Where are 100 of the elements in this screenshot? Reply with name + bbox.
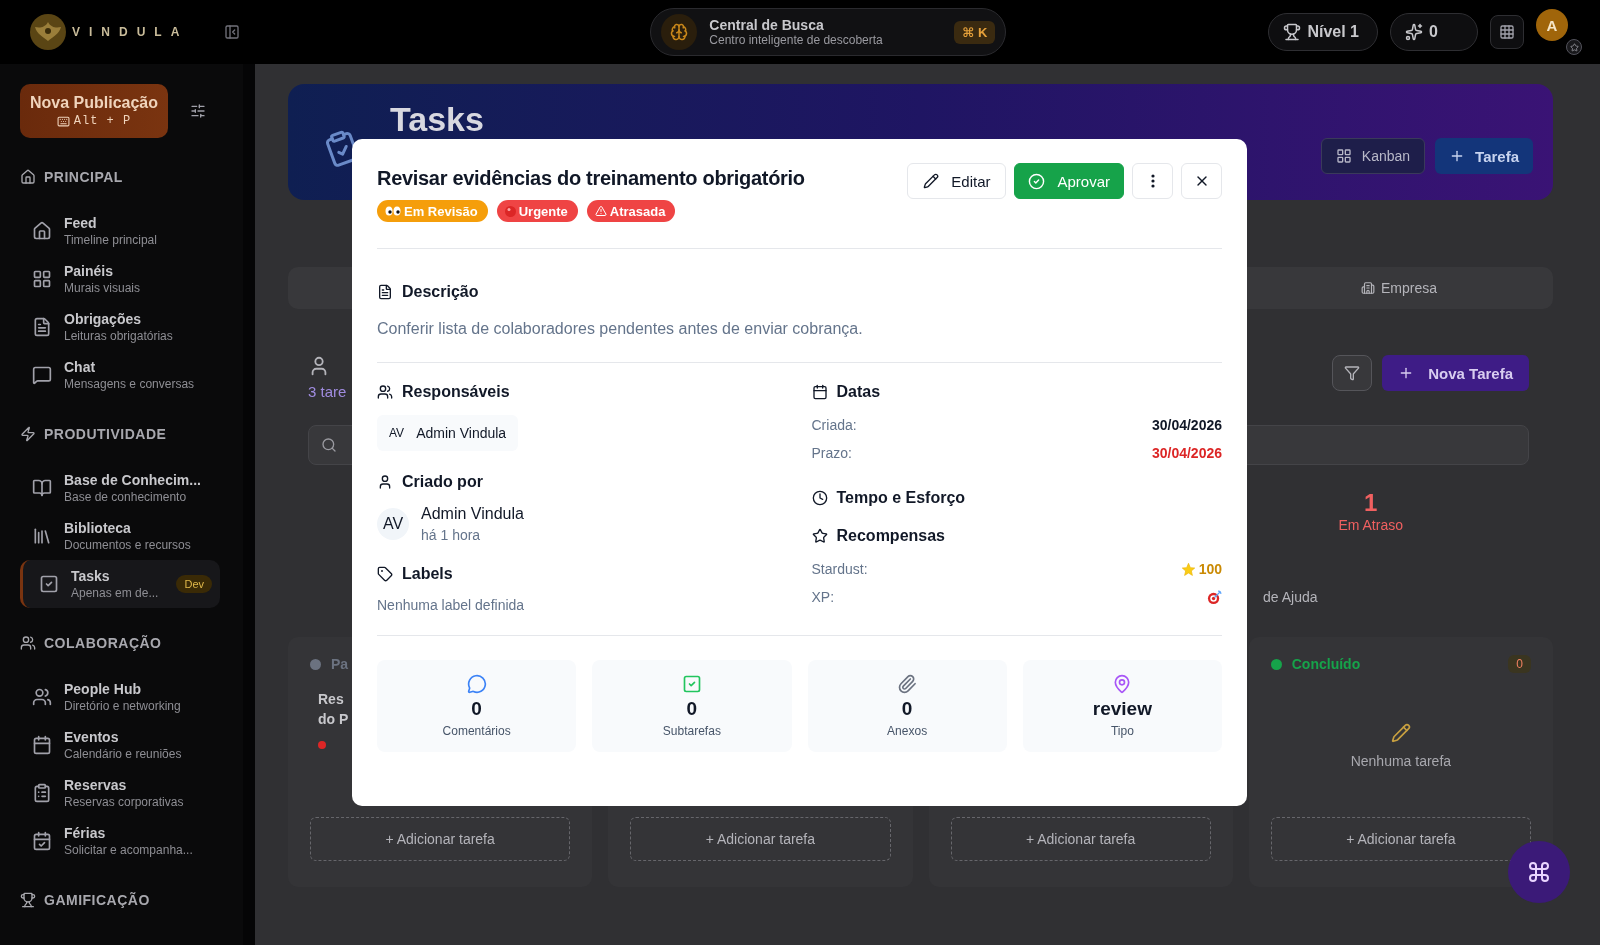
apps-button[interactable] xyxy=(1490,15,1524,49)
new-task-button[interactable]: Nova Tarefa xyxy=(1382,355,1529,391)
card-title: Res xyxy=(318,691,345,707)
nav-item-title: Chat xyxy=(64,359,97,375)
pencil-icon xyxy=(1390,723,1411,743)
user-avatar[interactable]: A xyxy=(1536,9,1568,41)
level-badge[interactable]: Nível 1 xyxy=(1268,13,1378,51)
nav-item[interactable]: Base de Conhecim... Base de conhecimento xyxy=(32,464,220,512)
stat-label: Tipo xyxy=(1110,724,1134,738)
library-icon xyxy=(32,526,52,546)
nav-item[interactable]: Biblioteca Documentos e recursos xyxy=(32,512,220,560)
nav-item-title: Reservas xyxy=(64,777,128,793)
stat-value: 0 xyxy=(686,698,698,720)
nav-item-title: Férias xyxy=(64,825,107,841)
nav-item-title: Eventos xyxy=(64,729,120,745)
count-badge: 0 xyxy=(1508,655,1531,673)
reward-label: Stardust: xyxy=(811,561,868,577)
grid-icon xyxy=(32,269,52,289)
reward-value: 100 xyxy=(1198,561,1222,577)
warning-icon xyxy=(594,205,607,217)
star-badge-icon xyxy=(1566,39,1582,55)
created-time: há 1 hora xyxy=(421,527,482,543)
filter-icon xyxy=(1344,365,1361,381)
date-value: 30/04/2026 xyxy=(1151,445,1222,461)
nav-item[interactable]: People Hub Diretório e networking xyxy=(32,673,220,721)
section-heading: PRINCIPAL xyxy=(44,169,123,185)
chat-icon xyxy=(32,365,52,385)
search-icon xyxy=(321,437,337,453)
nav-item-subtitle: Solicitar e acompanha... xyxy=(64,843,194,857)
nav-item[interactable]: Tasks Apenas em de... Dev xyxy=(20,560,220,608)
new-post-button[interactable]: Nova Publicação Alt + P xyxy=(20,84,168,138)
sliders-icon[interactable] xyxy=(190,103,206,119)
search-subtitle: Centro inteligente de descoberta xyxy=(709,33,884,47)
help-link[interactable]: de Ajuda xyxy=(1263,589,1553,609)
checkbox-icon xyxy=(39,574,59,594)
nav-item-title: Obrigações xyxy=(64,311,143,327)
users-icon xyxy=(32,687,52,707)
calendar-check-icon xyxy=(32,831,52,851)
nav-item-subtitle: Diretório e networking xyxy=(64,699,182,713)
document-icon xyxy=(32,317,52,337)
shortcut-key: ⌘ K xyxy=(954,20,996,44)
search-bar[interactable]: Central de Busca Centro inteligente de descoberta ⌘ K xyxy=(650,8,1007,56)
tab[interactable]: Empresa xyxy=(1354,279,1443,297)
nav-item-subtitle: Reservas corporativas xyxy=(64,795,185,809)
nav-item[interactable]: Reservas Reservas corporativas xyxy=(32,769,220,817)
stat-value: 0 xyxy=(901,698,913,720)
status-badge: Urgente xyxy=(496,200,578,222)
comment-icon xyxy=(466,674,487,694)
date-label: Criada: xyxy=(811,417,857,433)
edit-button[interactable]: Editar xyxy=(907,163,1007,199)
brand-name: VINDULA xyxy=(72,25,189,39)
document-icon xyxy=(377,284,393,300)
nav-item[interactable]: Painéis Murais visuais xyxy=(32,255,220,303)
home-icon xyxy=(32,221,52,241)
column-title: Pa xyxy=(331,656,349,672)
close-button[interactable] xyxy=(1181,163,1222,199)
target-icon xyxy=(1207,589,1222,605)
avatar-initials: AV xyxy=(389,426,405,440)
users-icon xyxy=(20,635,36,651)
creator-avatar: AV xyxy=(377,508,409,540)
trophy-icon xyxy=(20,892,36,908)
nav-item[interactable]: Chat Mensagens e conversas xyxy=(32,351,220,399)
creator-name: Admin Vindula xyxy=(421,505,524,523)
task-count: 3 tare xyxy=(308,383,347,400)
nav-item-subtitle: Calendário e reuniões xyxy=(64,747,183,761)
add-task-button[interactable]: + Adicionar tarefa xyxy=(310,817,571,861)
section-heading: COLABORAÇÃO xyxy=(44,635,162,651)
search-title: Central de Busca xyxy=(709,17,825,33)
section-title: Recompensas xyxy=(836,527,945,545)
user-icon xyxy=(377,474,393,490)
nav-item[interactable]: Férias Solicitar e acompanha... xyxy=(32,817,220,865)
filter-button[interactable] xyxy=(1332,355,1373,391)
reward-label: XP: xyxy=(811,589,835,605)
kanban-button[interactable]: Kanban xyxy=(1320,138,1426,174)
section-heading: PRODUTIVIDADE xyxy=(44,426,167,442)
calendar-icon xyxy=(32,735,52,755)
add-task-button[interactable]: + Adicionar tarefa xyxy=(630,817,891,861)
card-title: do P xyxy=(318,711,350,727)
add-task-button[interactable]: Tarefa xyxy=(1435,138,1533,174)
stat-value: 0 xyxy=(471,698,482,720)
checkbox-icon xyxy=(681,674,702,694)
nav-item[interactable]: Eventos Calendário e reuniões xyxy=(32,721,220,769)
section-title: Descrição xyxy=(402,283,479,301)
calendar-icon xyxy=(811,384,828,400)
stat-value: 1 xyxy=(1364,489,1378,517)
add-task-button[interactable]: + Adicionar tarefa xyxy=(950,817,1211,861)
nav-item[interactable]: Feed Timeline principal xyxy=(32,207,220,255)
dot-icon xyxy=(504,205,516,217)
home-icon xyxy=(20,169,36,185)
section-title: Tempo e Esforço xyxy=(836,489,966,507)
nav-item[interactable]: Obrigações Leituras obrigatórias xyxy=(32,303,220,351)
section-title: Responsáveis xyxy=(402,383,510,401)
points-badge[interactable]: 0 xyxy=(1390,13,1478,51)
nav-item-subtitle: Timeline principal xyxy=(64,233,158,247)
grid-icon xyxy=(1335,148,1352,164)
star-icon xyxy=(1180,561,1196,577)
nav-item-subtitle: Base de conhecimento xyxy=(64,490,188,504)
date-value: 30/04/2026 xyxy=(1151,417,1222,433)
collapse-sidebar-icon[interactable] xyxy=(224,24,241,40)
empty-text: Nenhuma tarefa xyxy=(1350,753,1452,769)
